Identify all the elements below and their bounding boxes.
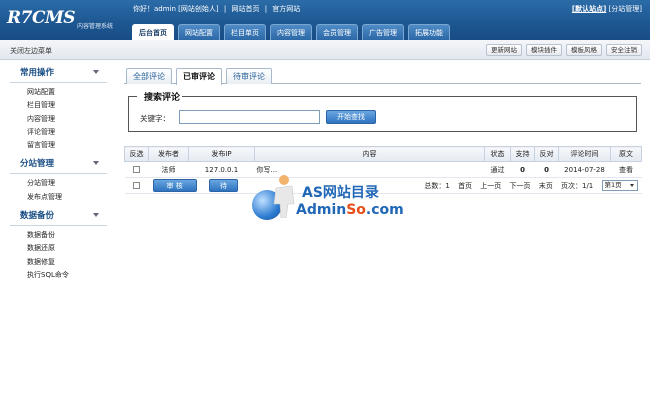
toolbar-buttons: 更新网站 模块插件 模板风格 安全注销 <box>486 44 642 56</box>
theme-button[interactable]: 模板风格 <box>566 44 602 56</box>
tab-columns[interactable]: 栏目单页 <box>224 24 266 40</box>
sidebar-item-content[interactable]: 内容管理 <box>10 113 107 126</box>
watermark-line2: AdminSo.com <box>296 202 404 218</box>
column-header: 支持 <box>510 146 535 162</box>
tab-all-comments[interactable]: 全部评论 <box>126 68 172 84</box>
pending-button[interactable]: 待 <box>208 179 238 192</box>
separator: | <box>264 5 268 13</box>
user-greeting-link[interactable]: 你好！admin [网站创始人] <box>133 5 219 13</box>
first-page-link[interactable]: 首页 <box>458 182 472 190</box>
next-page-link[interactable]: 下一页 <box>510 182 531 190</box>
sidebar-group-title: 常用操作 <box>20 68 55 78</box>
sidebar-group-header[interactable]: 数据备份 <box>10 208 107 224</box>
keyword-input[interactable] <box>179 110 320 124</box>
column-header: 状态 <box>484 146 511 162</box>
cell-time: 2014-07-28 <box>558 161 611 178</box>
cell-ip: 127.0.0.1 <box>188 161 255 178</box>
sidebar-item-comments[interactable]: 评论管理 <box>10 126 107 139</box>
logo-subtitle: 内容管理系统 <box>77 23 114 30</box>
sidebar-item-messages[interactable]: 留言管理 <box>10 139 107 152</box>
tab-ads[interactable]: 广告管理 <box>362 24 404 40</box>
keyword-label: 关键字： <box>140 114 170 123</box>
person-icon <box>273 175 295 218</box>
sidebar-item-sql[interactable]: 执行SQL命令 <box>10 269 107 282</box>
sidebar-item-repair[interactable]: 数据修复 <box>10 256 107 269</box>
cell-status: 通过 <box>484 161 511 178</box>
chevron-down-icon[interactable] <box>93 70 99 74</box>
comment-tabs: 全部评论 已审评论 待审评论 <box>124 68 641 85</box>
column-header: 发布IP <box>188 146 255 162</box>
top-user-links: 你好！admin [网站创始人] | 网站首页 | 官方网站 <box>133 4 303 14</box>
main-content: 全部评论 已审评论 待审评论 搜索评论 关键字： 开始查找 反选 发布者 发布I… <box>124 68 642 194</box>
chevron-down-icon[interactable] <box>93 161 99 166</box>
sidebar-item-substations[interactable]: 分站管理 <box>10 177 107 190</box>
sub-toolbar: 关闭左边菜单 更新网站 模块插件 模板风格 安全注销 <box>0 40 650 60</box>
top-header: R7CMS 内容管理系统 你好！admin [网站创始人] | 网站首页 | 官… <box>0 0 650 40</box>
prev-page-link[interactable]: 上一页 <box>480 182 501 190</box>
select-all-checkbox[interactable] <box>133 182 140 189</box>
column-header: 反对 <box>534 146 559 162</box>
cell-support: 0 <box>510 161 535 178</box>
tab-members[interactable]: 会员管理 <box>316 24 358 40</box>
sidebar-group-title: 分站管理 <box>20 159 55 170</box>
tab-pending-comments[interactable]: 待审评论 <box>226 68 272 84</box>
chevron-down-icon[interactable] <box>93 213 99 218</box>
column-header: 评论时间 <box>558 146 611 162</box>
last-page-link[interactable]: 末页 <box>539 182 553 190</box>
sidebar-group-title: 数据备份 <box>20 211 55 222</box>
view-original-link[interactable]: 查看 <box>610 161 642 178</box>
search-panel-title: 搜索评论 <box>142 90 183 103</box>
column-header: 发布者 <box>148 146 189 162</box>
tab-extensions[interactable]: 拓展功能 <box>408 24 450 40</box>
sidebar: 常用操作 网站配置 栏目管理 内容管理 评论管理 留言管理 分站管理 分站管理 … <box>0 61 115 402</box>
sidebar-item-columns[interactable]: 栏目管理 <box>10 99 107 112</box>
update-site-button[interactable]: 更新网站 <box>486 44 522 56</box>
watermark-line1: AS网站目录 <box>302 185 379 201</box>
sidebar-group-substation: 分站管理 分站管理 发布点管理 <box>10 156 107 204</box>
column-header: 原文 <box>610 146 642 162</box>
cell-oppose: 0 <box>534 161 559 178</box>
separator: | <box>223 5 227 13</box>
search-button[interactable]: 开始查找 <box>326 110 376 124</box>
site-home-link[interactable]: 网站首页 <box>231 5 259 13</box>
page-indicator: 页次：1/1 <box>561 181 594 190</box>
default-site-link[interactable]: [默认站点] <box>572 5 606 13</box>
sidebar-item-site-config[interactable]: 网站配置 <box>10 86 107 99</box>
sidebar-group-common: 常用操作 网站配置 栏目管理 内容管理 评论管理 留言管理 <box>10 65 107 152</box>
plugins-button[interactable]: 模块插件 <box>526 44 562 56</box>
page-select[interactable]: 第1页 <box>601 180 638 191</box>
sidebar-group-backup: 数据备份 数据备份 数据还原 数据修复 执行SQL命令 <box>10 208 107 282</box>
column-header: 内容 <box>254 146 485 162</box>
sidebar-item-backup[interactable]: 数据备份 <box>10 229 107 242</box>
sidebar-group-header[interactable]: 常用操作 <box>10 65 107 81</box>
tab-site-config[interactable]: 网站配置 <box>178 24 220 40</box>
logo: R7CMS <box>7 8 76 28</box>
approve-button[interactable]: 审 核 <box>152 179 197 192</box>
main-nav-tabs: 后台首页 网站配置 栏目单页 内容管理 会员管理 广告管理 拓展功能 <box>132 24 450 40</box>
divider <box>10 225 107 227</box>
logout-button[interactable]: 安全注销 <box>606 44 642 56</box>
tab-approved-comments[interactable]: 已审评论 <box>176 68 222 85</box>
sidebar-group-header[interactable]: 分站管理 <box>10 156 107 172</box>
tab-content[interactable]: 内容管理 <box>270 24 312 40</box>
divider <box>10 82 107 83</box>
sidebar-item-restore[interactable]: 数据还原 <box>10 242 107 255</box>
row-checkbox[interactable] <box>133 166 140 173</box>
cell-author: 法师 <box>148 161 189 178</box>
column-header[interactable]: 反选 <box>124 146 149 162</box>
divider <box>10 173 107 175</box>
total-count: 总数：1 <box>424 181 450 190</box>
tab-dashboard[interactable]: 后台首页 <box>132 24 174 40</box>
watermark-logo: AS网站目录 AdminSo.com <box>252 170 412 230</box>
substation-manage-link[interactable]: [分站管理] <box>609 5 642 13</box>
site-switcher: [默认站点] [分站管理] <box>572 4 642 14</box>
official-site-link[interactable]: 官方网站 <box>272 5 300 13</box>
search-panel: 搜索评论 关键字： 开始查找 <box>128 90 637 132</box>
close-left-menu-link[interactable]: 关闭左边菜单 <box>10 46 52 56</box>
table-header-row: 反选 发布者 发布IP 内容 状态 支持 反对 评论时间 原文 <box>124 146 642 162</box>
sidebar-item-publish-points[interactable]: 发布点管理 <box>10 191 107 204</box>
